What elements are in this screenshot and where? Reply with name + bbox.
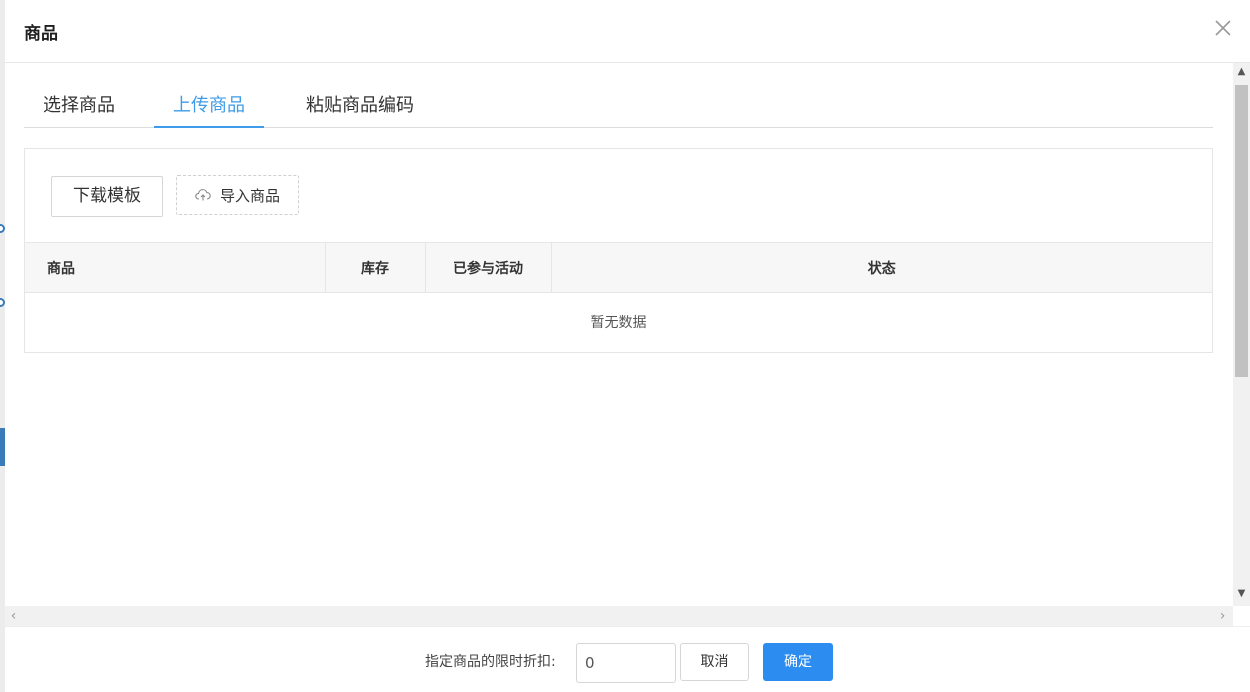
cloud-upload-icon [195,189,211,201]
import-products-label: 导入商品 [219,186,280,205]
upload-panel: 下载模板 导入商品 商品 库存 已参与活动 状态 暂无数据 [24,148,1213,353]
close-button[interactable] [1212,17,1234,39]
discount-label: 指定商品的限时折扣: [425,654,556,670]
vertical-scroll-thumb[interactable] [1235,85,1248,377]
tab-upload-products[interactable]: 上传商品 [154,87,264,128]
table-header-row: 商品 库存 已参与活动 状态 [25,242,1212,293]
empty-state-text: 暂无数据 [590,315,647,332]
confirm-button[interactable]: 确定 [763,643,833,681]
dialog-footer: 指定商品的限时折扣: 取消 确定 [5,626,1250,692]
scroll-left-arrow-icon[interactable]: ‹ [5,606,22,626]
table-row: 暂无数据 [25,293,1212,352]
scroll-up-arrow-icon[interactable]: ▲ [1233,63,1250,80]
scroll-down-arrow-icon[interactable]: ▼ [1233,585,1250,602]
products-table: 商品 库存 已参与活动 状态 暂无数据 [25,242,1212,352]
column-header-product: 商品 [25,242,326,293]
dialog-header: 商品 [5,0,1250,63]
column-header-stock: 库存 [325,242,426,293]
vertical-scrollbar[interactable]: ▲ ▼ [1233,63,1250,606]
scroll-right-arrow-icon[interactable]: › [1214,606,1231,626]
tab-select-products[interactable]: 选择商品 [24,87,134,128]
import-products-button[interactable]: 导入商品 [176,175,299,215]
dialog-title: 商品 [24,24,58,44]
column-header-joined-activities: 已参与活动 [425,242,552,293]
product-dialog: 商品 选择商品 上传商品 粘贴商品编码 下载模板 导入商品 商品 库存 已参与活… [5,0,1250,692]
discount-input[interactable] [576,643,676,683]
tab-paste-product-codes[interactable]: 粘贴商品编码 [290,87,430,128]
horizontal-scrollbar[interactable]: ‹ › [5,606,1233,626]
cancel-button[interactable]: 取消 [680,643,749,681]
column-header-status: 状态 [551,242,1212,293]
download-template-button[interactable]: 下载模板 [51,176,163,217]
tab-bar: 选择商品 上传商品 粘贴商品编码 [24,87,1213,128]
close-icon [1215,20,1231,36]
dialog-body: 选择商品 上传商品 粘贴商品编码 下载模板 导入商品 商品 库存 已参与活动 状… [5,63,1233,606]
